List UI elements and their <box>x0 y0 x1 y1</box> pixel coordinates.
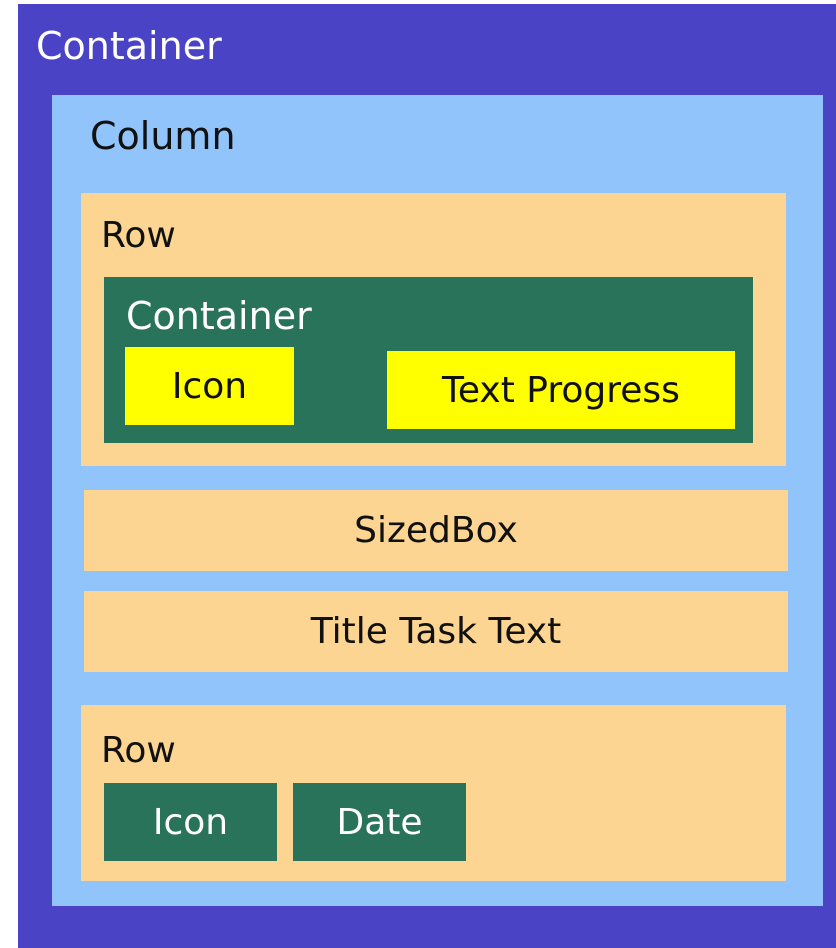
date-icon-box: Icon <box>104 783 277 861</box>
bottom-row-label: Row <box>101 730 176 771</box>
column-box: Column Row Container Icon Text Progress … <box>52 95 823 906</box>
progress-icon-label: Icon <box>171 365 248 407</box>
date-label: Date <box>336 801 423 843</box>
sizedbox-label: SizedBox <box>354 510 518 551</box>
outer-container-label: Container <box>36 24 222 68</box>
column-label: Column <box>90 114 236 158</box>
text-progress-label: Text Progress <box>442 369 680 411</box>
progress-icon-box: Icon <box>125 347 294 425</box>
bottom-row-box: Row Icon Date <box>81 705 786 881</box>
title-task-text-label: Title Task Text <box>310 611 562 652</box>
sizedbox-box: SizedBox <box>84 490 788 571</box>
top-row-box: Row Container Icon Text Progress <box>81 193 786 466</box>
outer-container-box: Container Column Row Container Icon Text… <box>18 4 836 948</box>
inner-container-label: Container <box>126 294 312 338</box>
date-icon-label: Icon <box>152 801 229 843</box>
title-task-text-box: Title Task Text <box>84 591 788 672</box>
text-progress-box: Text Progress <box>387 351 735 429</box>
inner-container-box: Container Icon Text Progress <box>104 277 753 443</box>
top-row-label: Row <box>101 215 176 256</box>
date-box: Date <box>293 783 466 861</box>
